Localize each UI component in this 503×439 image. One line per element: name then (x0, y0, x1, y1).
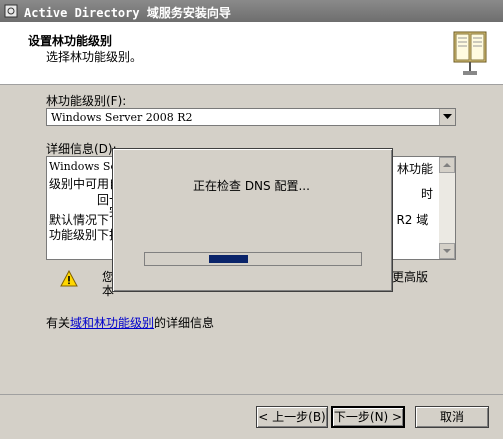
back-button[interactable]: < 上一步(B) (256, 406, 328, 428)
details-line: 回 (97, 193, 110, 207)
chevron-down-icon (443, 114, 452, 119)
details-line: 时 (421, 187, 434, 201)
more-info-prefix: 有关 (46, 316, 71, 330)
forest-level-select[interactable]: Windows Server 2008 R2 (46, 108, 456, 126)
book-icon (453, 31, 487, 75)
more-info-suffix: 的详细信息 (154, 316, 215, 330)
details-line: 级别中可用自 (49, 177, 122, 191)
page-title: 设置林功能级别 (28, 34, 113, 48)
forest-level-value: Windows Server 2008 R2 (51, 111, 193, 124)
warning-text: 更高版 (392, 270, 429, 284)
cancel-button[interactable]: 取消 (415, 406, 489, 428)
page-subtitle: 选择林功能级别。 (46, 50, 143, 64)
scroll-up-button[interactable] (439, 157, 455, 173)
arrow-down-icon (443, 249, 451, 253)
more-info-line: 有关域和林功能级别的详细信息 (46, 314, 214, 331)
details-line: 功能级别下技 (49, 228, 122, 242)
arrow-up-icon (443, 163, 451, 167)
app-icon (4, 4, 18, 18)
dropdown-button[interactable] (439, 109, 455, 125)
dns-check-dialog: 正在检查 DNS 配置... (112, 148, 393, 292)
progress-message: 正在检查 DNS 配置... (193, 179, 310, 193)
forest-level-label: 林功能级别(F): (46, 94, 127, 108)
progress-bar (144, 252, 362, 266)
functional-levels-link[interactable]: 域和林功能级别 (70, 316, 154, 330)
next-button[interactable]: 下一步(N) > (331, 406, 405, 428)
scroll-down-button[interactable] (439, 243, 455, 259)
footer-divider (0, 394, 503, 395)
title-bar: Active Directory 域服务安装向导 (0, 0, 503, 22)
wizard-header: 设置林功能级别 选择林功能级别。 (0, 22, 503, 85)
window-title: Active Directory 域服务安装向导 (24, 6, 231, 20)
progress-bar-fill (209, 255, 248, 263)
details-label: 详细信息(D): (46, 142, 117, 156)
details-line: 林功能 (397, 162, 434, 176)
warning-icon (60, 270, 78, 287)
details-scrollbar[interactable] (439, 157, 455, 259)
